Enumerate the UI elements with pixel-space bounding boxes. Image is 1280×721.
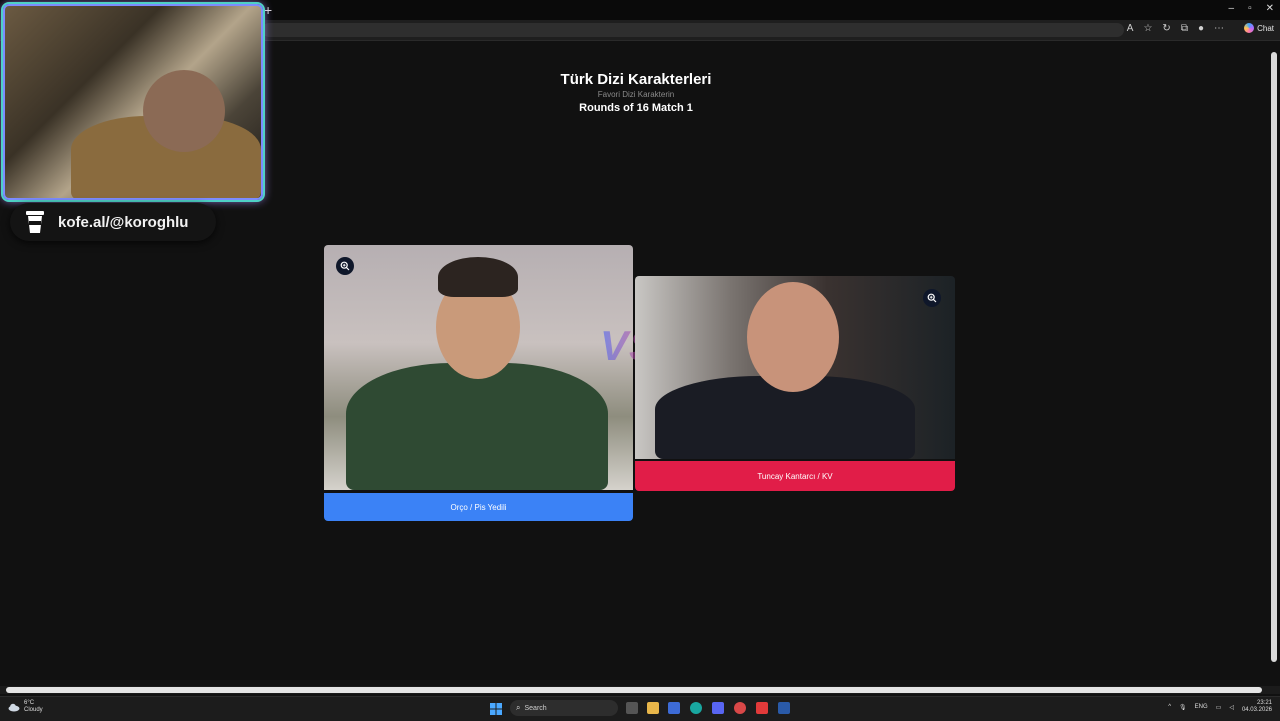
vote-button-left[interactable]: Orço / Pis Yedili — [324, 493, 633, 521]
app-icon-bolt[interactable] — [756, 702, 768, 714]
figure-head — [747, 282, 839, 392]
horizontal-scrollbar[interactable] — [0, 686, 1280, 694]
steam-icon[interactable] — [778, 702, 790, 714]
profile-icon[interactable]: ● — [1198, 23, 1204, 34]
weather-temp: 6°C — [24, 700, 35, 706]
page-subtitle: Favori Dizi Karakterin — [597, 90, 675, 99]
vote-button-right[interactable]: Tuncay Kantarcı / KV — [635, 461, 955, 491]
app-icon-red[interactable] — [734, 702, 746, 714]
close-window-button[interactable]: ✕ — [1266, 3, 1274, 14]
start-button[interactable] — [490, 702, 502, 720]
more-menu-icon[interactable]: ⋯ — [1214, 23, 1224, 34]
window-controls: – ▫ ✕ — [1229, 3, 1275, 14]
candidate-photo-right[interactable] — [635, 276, 955, 459]
match-header: Türk Dizi Karakterleri Favori Dizi Karak… — [486, 70, 786, 116]
candidate-card-left[interactable]: Orço / Pis Yedili — [324, 245, 633, 521]
read-aloud-icon[interactable]: A — [1127, 23, 1134, 34]
webcam-overlay — [3, 4, 263, 200]
clock-time: 23:21 — [1256, 700, 1272, 706]
search-icon: ⌕ — [516, 703, 521, 712]
minimize-button[interactable]: – — [1229, 3, 1235, 14]
coffee-cup-icon — [26, 211, 44, 233]
tray-chevron-icon[interactable]: ^ — [1168, 704, 1171, 710]
zoom-icon[interactable] — [923, 289, 941, 307]
restore-button[interactable]: ▫ — [1248, 3, 1252, 14]
weather-widget[interactable]: 6°C Cloudy — [8, 700, 43, 714]
weather-desc: Cloudy — [24, 707, 43, 713]
round-label: Rounds of 16 Match 1 — [579, 102, 693, 114]
candidate-photo-left[interactable] — [324, 245, 633, 490]
file-explorer-icon[interactable] — [647, 702, 659, 714]
favorite-star-icon[interactable]: ☆ — [1143, 23, 1152, 34]
windows-logo-icon — [490, 703, 502, 715]
windows-taskbar: 6°C Cloudy ⌕ Search ^ 🎙 ENG ▭ ◁ 23:21 04… — [0, 696, 1280, 721]
toolbar-icons: A ☆ ↻ ⧉ ● ⋯ — [1127, 23, 1224, 34]
edge-browser-icon[interactable] — [690, 702, 702, 714]
clock[interactable]: 23:21 04.03.2026 — [1242, 700, 1272, 714]
system-tray: ^ 🎙 ENG ▭ ◁ 23:21 04.03.2026 — [1168, 700, 1272, 714]
vertical-scrollbar[interactable] — [1271, 42, 1277, 672]
figure-hair — [438, 257, 518, 297]
new-tab-button[interactable]: + — [264, 2, 272, 18]
donation-link-text: kofe.al/@koroghlu — [58, 213, 189, 231]
cloud-icon — [8, 703, 20, 712]
copilot-icon — [1244, 23, 1255, 33]
language-indicator[interactable]: ENG — [1195, 704, 1208, 710]
donation-banner: kofe.al/@koroghlu — [10, 203, 216, 241]
candidate-card-right[interactable]: Tuncay Kantarcı / KV — [635, 276, 955, 491]
chat-label: Chat — [1257, 23, 1274, 33]
copilot-chat-button[interactable]: Chat — [1244, 23, 1274, 33]
hscrollbar-thumb[interactable] — [6, 687, 1262, 693]
zoom-icon[interactable] — [336, 257, 354, 275]
extensions-icon[interactable]: ⧉ — [1181, 23, 1188, 34]
refresh-icon[interactable]: ↻ — [1162, 23, 1170, 34]
microphone-icon[interactable]: 🎙 — [1179, 704, 1187, 711]
task-view-icon[interactable] — [626, 702, 638, 714]
taskbar-search[interactable]: ⌕ Search — [510, 700, 618, 716]
volume-icon[interactable]: ◁ — [1229, 704, 1234, 711]
search-label: Search — [524, 704, 547, 712]
address-bar[interactable] — [262, 23, 1124, 37]
page-title: Türk Dizi Karakterleri — [560, 71, 712, 88]
network-icon[interactable]: ▭ — [1216, 704, 1222, 711]
store-icon[interactable] — [668, 702, 680, 714]
clock-date: 04.03.2026 — [1241, 707, 1272, 713]
scrollbar-thumb[interactable] — [1271, 52, 1277, 662]
figure-body — [346, 363, 608, 490]
discord-icon[interactable] — [712, 702, 724, 714]
streamer-head — [143, 70, 225, 152]
